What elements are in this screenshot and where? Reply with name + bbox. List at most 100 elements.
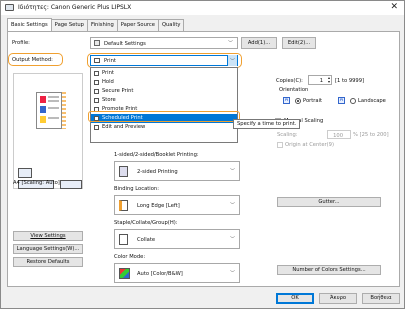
booklet-value: 2-sided Printing	[137, 169, 178, 175]
properties-window: Ιδιότητες: Canon Generic Plus LIPSLX ✕ B…	[0, 0, 405, 309]
tab-basic-settings[interactable]: Basic Settings	[7, 18, 52, 31]
print-icon	[94, 58, 100, 63]
copies-input[interactable]: 1 ▴ ▾	[308, 75, 332, 85]
output-method-list: Print Hold Secure Print Store Promote Pr…	[90, 67, 238, 143]
chevron-down-icon: ﹀	[229, 168, 235, 175]
chevron-down-icon: ﹀	[229, 236, 235, 243]
booklet-select[interactable]: 2-sided Printing ﹀	[114, 161, 240, 181]
list-item-label: Edit and Preview	[102, 124, 146, 130]
list-item-hold[interactable]: Hold	[91, 78, 237, 87]
origin-center-label: Origin at Center(9)	[285, 142, 334, 148]
hold-icon	[94, 80, 99, 85]
portrait-label: Portrait	[303, 98, 323, 104]
profile-value: Default Settings	[104, 41, 146, 47]
view-settings-label: View Settings	[30, 233, 66, 239]
copies-range: [1 to 9999]	[335, 78, 365, 84]
preview-line	[48, 96, 59, 98]
booklet-label: 1-sided/2-sided/Booklet Printing:	[114, 152, 199, 158]
number-of-colors-button[interactable]: Number of Colors Settings...	[277, 265, 381, 275]
landscape-label: Landscape	[358, 98, 386, 104]
list-item-label: Hold	[102, 79, 114, 85]
edit-profile-button[interactable]: Edit(2)...	[282, 37, 316, 49]
scaling-range: % [25 to 200]	[353, 132, 389, 138]
color-mode-select[interactable]: Auto [Color/B&W] ﹀	[114, 263, 240, 283]
preview-frame	[13, 73, 83, 189]
binding-edge	[62, 92, 66, 129]
orientation-label: Orientation	[279, 87, 309, 93]
preview-block	[40, 106, 46, 113]
color-mode-icon	[119, 268, 130, 279]
origin-center-checkbox[interactable]	[277, 142, 283, 148]
cancel-button[interactable]: Άκυρο	[319, 293, 357, 304]
list-item-secure-print[interactable]: Secure Print	[91, 87, 237, 96]
portrait-icon: A	[283, 97, 290, 104]
list-item-edit-preview[interactable]: Edit and Preview	[91, 123, 237, 132]
staple-value: Collate	[137, 237, 156, 243]
profile-icon	[94, 40, 100, 46]
printer-icon	[18, 168, 32, 178]
finishing-icons	[60, 180, 82, 189]
scheduled-print-highlight	[88, 111, 240, 122]
preview-block	[40, 116, 46, 123]
staple-select[interactable]: Collate ﹀	[114, 229, 240, 249]
tab-paper-source[interactable]: Paper Source	[116, 19, 159, 31]
landscape-icon: A	[338, 97, 345, 104]
copies-value: 1	[319, 78, 323, 84]
preview-document-image	[36, 92, 62, 129]
output-method-label: Output Method:	[12, 57, 53, 63]
copies-label: Copies(C):	[276, 78, 303, 84]
store-icon	[94, 98, 99, 103]
title-bar: Ιδιότητες: Canon Generic Plus LIPSLX ✕	[1, 1, 404, 15]
list-item-print[interactable]: Print	[91, 69, 237, 78]
list-item-store[interactable]: Store	[91, 96, 237, 105]
ok-button[interactable]: OK	[276, 293, 314, 304]
close-icon[interactable]: ✕	[390, 2, 398, 12]
window-title: Ιδιότητες: Canon Generic Plus LIPSLX	[18, 4, 132, 11]
edit-icon	[94, 125, 99, 130]
binding-select[interactable]: Long Edge [Left] ﹀	[114, 195, 240, 215]
tooltip: Specify a time to print.	[233, 119, 301, 129]
preview-caption: A4 [Scaling: Auto]	[13, 180, 60, 186]
binding-label: Binding Location:	[114, 186, 159, 192]
preview-line	[48, 107, 59, 109]
view-settings-button[interactable]: View Settings	[13, 231, 83, 241]
gutter-button[interactable]: Gutter...	[277, 197, 381, 207]
preview-block	[40, 96, 46, 103]
help-button[interactable]: Βοήθεια	[362, 293, 400, 304]
scaling-input[interactable]: 100	[327, 130, 351, 139]
duplex-icon	[119, 166, 128, 177]
add-profile-button[interactable]: Add(1)...	[241, 37, 277, 49]
print-icon	[94, 71, 99, 76]
language-settings-button[interactable]: Language Settings(W)...	[13, 244, 83, 254]
binding-value: Long Edge [Left]	[137, 203, 180, 209]
scaling-value: 100	[333, 133, 343, 139]
chevron-down-icon: ﹀	[227, 40, 233, 47]
list-item-label: Print	[102, 70, 114, 76]
lock-icon	[94, 89, 99, 94]
spin-arrows-icon[interactable]: ▴ ▾	[328, 76, 330, 84]
output-method-value: Print	[104, 58, 116, 64]
binding-icon	[119, 200, 128, 211]
preview-line	[48, 100, 59, 102]
portrait-radio[interactable]	[295, 98, 301, 104]
chevron-down-icon: ﹀	[229, 270, 235, 277]
tab-quality[interactable]: Quality	[157, 19, 185, 31]
profile-select[interactable]: Default Settings ﹀	[90, 37, 238, 49]
printer-icon	[5, 4, 14, 11]
list-item-label: Store	[102, 97, 116, 103]
tab-page-setup[interactable]: Page Setup	[50, 19, 88, 31]
profile-label: Profile:	[12, 40, 30, 46]
chevron-down-icon: ﹀	[229, 202, 235, 209]
output-method-select[interactable]: Print ﹀	[90, 55, 238, 66]
tab-finishing[interactable]: Finishing	[86, 19, 118, 31]
list-item-label: Secure Print	[102, 88, 134, 94]
staple-label: Staple/Collate/Group(H):	[114, 220, 178, 226]
landscape-radio[interactable]	[350, 98, 356, 104]
restore-defaults-button[interactable]: Restore Defaults	[13, 257, 83, 267]
scaling-label: Scaling:	[277, 132, 298, 138]
color-mode-value: Auto [Color/B&W]	[137, 271, 183, 277]
preview-line	[48, 117, 59, 119]
chevron-down-icon: ﹀	[229, 58, 235, 64]
collate-icon	[119, 234, 128, 245]
color-mode-label: Color Mode:	[114, 254, 146, 260]
